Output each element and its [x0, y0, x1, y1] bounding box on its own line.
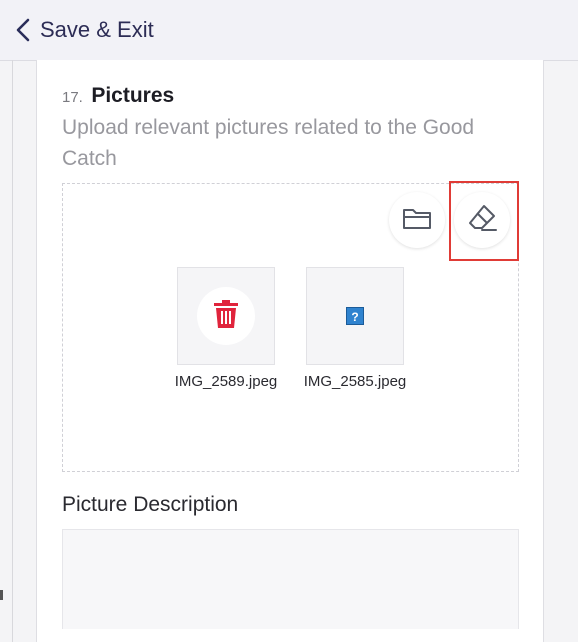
chevron-left-icon [16, 18, 30, 42]
question-number: 17. [62, 89, 83, 106]
delete-picture-button[interactable] [197, 287, 255, 345]
save-exit-label: Save & Exit [40, 17, 154, 42]
page-edge [12, 60, 13, 642]
picture-filename: IMG_2589.jpeg [174, 373, 278, 390]
eraser-icon [466, 203, 498, 238]
picture-item: IMG_2589.jpeg [175, 267, 277, 392]
picture-dropzone[interactable]: IMG_2589.jpeg ? IMG_2585.jpeg [62, 181, 519, 472]
edge-marker [0, 590, 3, 600]
question-card: 17. Pictures Upload relevant pictures re… [36, 60, 544, 642]
top-bar: Save & Exit [0, 0, 578, 61]
browse-folder-button[interactable] [389, 192, 445, 248]
save-exit-button[interactable]: Save & Exit [16, 17, 154, 43]
picture-item: ? IMG_2585.jpeg [304, 267, 406, 392]
question-description: Upload relevant pictures related to the … [62, 116, 475, 170]
broken-image-icon: ? [346, 307, 364, 325]
picture-description-input[interactable] [62, 529, 519, 629]
picture-thumbnail [177, 267, 275, 365]
question-title: 17. Pictures [62, 84, 174, 108]
picture-description-label: Picture Description [62, 493, 239, 516]
folder-icon [402, 205, 432, 236]
picture-thumbnail[interactable]: ? [306, 267, 404, 365]
question-label: Pictures [91, 84, 175, 107]
trash-icon [213, 299, 239, 334]
picture-filename: IMG_2585.jpeg [303, 373, 407, 390]
clear-pictures-button[interactable] [454, 192, 510, 248]
